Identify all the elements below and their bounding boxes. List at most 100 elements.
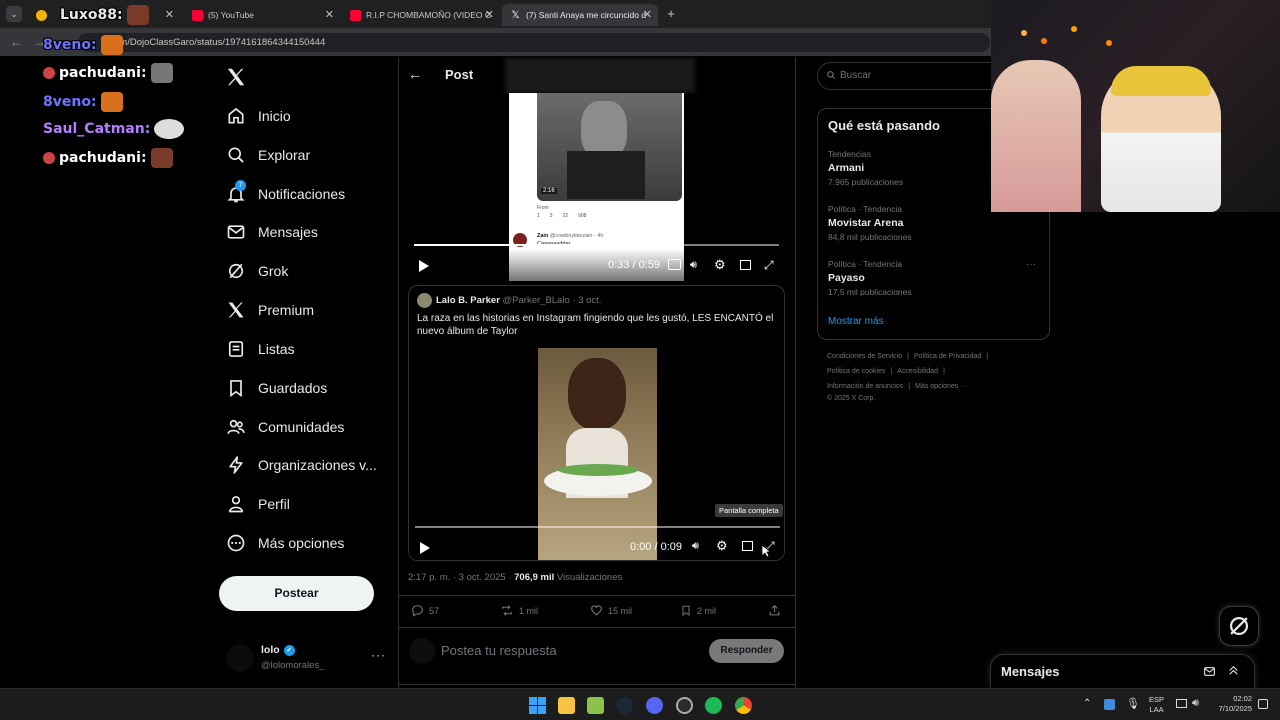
- page-title: Post: [445, 67, 474, 82]
- new-message-icon[interactable]: [1203, 665, 1216, 678]
- footer-link[interactable]: Accesibilidad: [897, 368, 938, 375]
- nav-item-grok[interactable]: Grok: [226, 256, 288, 286]
- footer-link[interactable]: Información de anuncios: [827, 383, 903, 390]
- share-icon[interactable]: [768, 604, 781, 617]
- pip-icon[interactable]: [742, 541, 753, 551]
- quoted-post[interactable]: Lalo B. Parker @Parker_BLalo · 3 oct. La…: [408, 285, 785, 561]
- app-icon[interactable]: [587, 697, 604, 714]
- chrome-icon[interactable]: [735, 697, 752, 714]
- reply-input[interactable]: Postea tu respuesta: [441, 643, 557, 658]
- nav-item-premium[interactable]: Premium: [226, 295, 314, 325]
- webcam-overlay: [991, 0, 1280, 212]
- account-handle: @lolomorales_: [261, 660, 325, 671]
- video-player[interactable]: 2:16 From 1 3 22 908 Zain @cowboylikezai…: [410, 93, 784, 281]
- nav-item-inicio[interactable]: Inicio: [226, 101, 291, 131]
- browser-tab[interactable]: R.I.P CHOMBAMOÑO (VIDEO C ✕: [342, 4, 500, 26]
- browser-tab[interactable]: (5) YouTube ✕: [184, 4, 340, 26]
- volume-icon[interactable]: 🔊︎: [692, 540, 699, 553]
- post-views[interactable]: 706,9 mil: [514, 572, 554, 583]
- spotify-icon[interactable]: [705, 697, 722, 714]
- close-icon[interactable]: ✕: [325, 8, 334, 21]
- footer-link[interactable]: Política de Privacidad: [914, 353, 981, 360]
- reply-button[interactable]: Responder: [709, 639, 784, 663]
- emote-icon: [154, 119, 185, 139]
- quoted-date: · 3 oct.: [572, 295, 602, 306]
- back-icon[interactable]: ←: [10, 35, 22, 49]
- tab-title: (5) YouTube: [208, 10, 254, 20]
- fullscreen-icon[interactable]: ⤢: [764, 258, 774, 273]
- divider: [398, 595, 796, 596]
- video-time: 0:00 / 0:09: [630, 541, 682, 553]
- badge-icon: [43, 67, 55, 79]
- nav-item-notificaciones[interactable]: 7 Notificaciones: [226, 179, 345, 209]
- nav-item-guardados[interactable]: Guardados: [226, 373, 327, 403]
- more-icon[interactable]: ···: [371, 648, 386, 662]
- shield-icon: [1104, 699, 1115, 710]
- microphone-icon[interactable]: 🎙︎: [1126, 697, 1140, 710]
- nav-item-mas-opciones[interactable]: Más opciones: [226, 528, 344, 558]
- bell-icon: 7: [226, 180, 246, 204]
- footer-link[interactable]: Más opciones ···: [915, 383, 967, 390]
- video-progress-bar[interactable]: [415, 526, 780, 528]
- trend-item[interactable]: Tendencias Armani 7.965 publicaciones: [828, 149, 903, 187]
- nav-item-perfil[interactable]: Perfil: [226, 489, 290, 519]
- browser-tab-active[interactable]: 𝕏 (7) Santi Anaya me circuncido d ✕: [502, 4, 658, 26]
- trend-item[interactable]: Política · Tendencia Payaso 17,5 mil pub…: [828, 259, 912, 297]
- footer-link[interactable]: Condiciones de Servicio: [827, 353, 902, 360]
- grok-icon: [226, 261, 246, 281]
- messages-drawer[interactable]: Mensajes: [990, 654, 1255, 688]
- back-arrow-icon[interactable]: ←: [408, 66, 422, 82]
- url-field[interactable]: om/DojoClassGaro/status/1974161864344150…: [78, 33, 990, 52]
- settings-icon[interactable]: ⚙: [716, 538, 728, 554]
- notification-icon[interactable]: [1258, 699, 1268, 709]
- post-button[interactable]: Postear: [219, 576, 374, 611]
- youtube-icon: [350, 9, 361, 21]
- nav-label: Notificaciones: [258, 186, 346, 202]
- video-player[interactable]: Pantalla completa 0:00 / 0:09 🔊︎ ⚙ ⤢: [409, 348, 784, 560]
- close-icon[interactable]: ✕: [485, 8, 494, 21]
- bookmark-button[interactable]: 2 mil: [680, 604, 716, 617]
- like-button[interactable]: 15 mil: [590, 604, 632, 617]
- close-icon[interactable]: ✕: [643, 8, 652, 21]
- volume-icon[interactable]: 🔊︎: [690, 259, 697, 272]
- repost-button[interactable]: 1 mil: [500, 604, 538, 617]
- settings-icon[interactable]: ⚙: [714, 257, 726, 273]
- close-icon[interactable]: ✕: [165, 8, 174, 21]
- nav-item-mensajes[interactable]: Mensajes: [226, 217, 318, 247]
- account-switcher[interactable]: lolo ✓ @lolomorales_ ···: [226, 642, 386, 676]
- verified-icon: ✓: [283, 644, 295, 656]
- new-tab-button[interactable]: +: [664, 6, 678, 22]
- trend-item[interactable]: Política · Tendencia Movistar Arena 84,8…: [828, 204, 912, 242]
- x-logo-icon[interactable]: [225, 66, 247, 88]
- monitor-icon[interactable]: [1176, 699, 1187, 708]
- repost-icon: [502, 605, 512, 616]
- windows-start-icon[interactable]: [529, 697, 546, 714]
- steam-icon[interactable]: [616, 697, 633, 714]
- nav-item-listas[interactable]: Listas: [226, 334, 295, 364]
- play-icon[interactable]: [419, 541, 431, 555]
- emote-icon: [100, 35, 123, 55]
- discord-icon[interactable]: [646, 697, 663, 714]
- hat: [1111, 66, 1211, 96]
- nav-label: Guardados: [258, 380, 328, 396]
- reply-button[interactable]: 57: [411, 604, 439, 617]
- chat-user: 8veno: [43, 94, 91, 110]
- volume-icon[interactable]: 🔊︎: [1192, 697, 1199, 710]
- obs-icon[interactable]: [676, 697, 693, 714]
- footer-link[interactable]: Política de cookies: [827, 368, 885, 375]
- file-explorer-icon[interactable]: [558, 697, 575, 714]
- notification-badge: 7: [235, 180, 246, 191]
- search-input[interactable]: Buscar: [817, 62, 1007, 90]
- pip-icon[interactable]: [740, 260, 751, 270]
- captions-icon[interactable]: [668, 259, 681, 270]
- play-icon[interactable]: [418, 259, 430, 273]
- tab-search-button[interactable]: ⌄: [6, 6, 22, 22]
- grok-button[interactable]: [1219, 606, 1259, 646]
- chevron-up-icon[interactable]: ⌃: [1083, 698, 1091, 709]
- show-more-link[interactable]: Mostrar más: [828, 316, 884, 327]
- nav-item-organizaciones[interactable]: Organizaciones v...: [226, 450, 377, 480]
- chevron-up-icon[interactable]: [1227, 664, 1240, 677]
- more-icon[interactable]: ···: [1026, 259, 1036, 270]
- nav-item-explorar[interactable]: Explorar: [226, 140, 310, 170]
- nav-item-comunidades[interactable]: Comunidades: [226, 412, 344, 442]
